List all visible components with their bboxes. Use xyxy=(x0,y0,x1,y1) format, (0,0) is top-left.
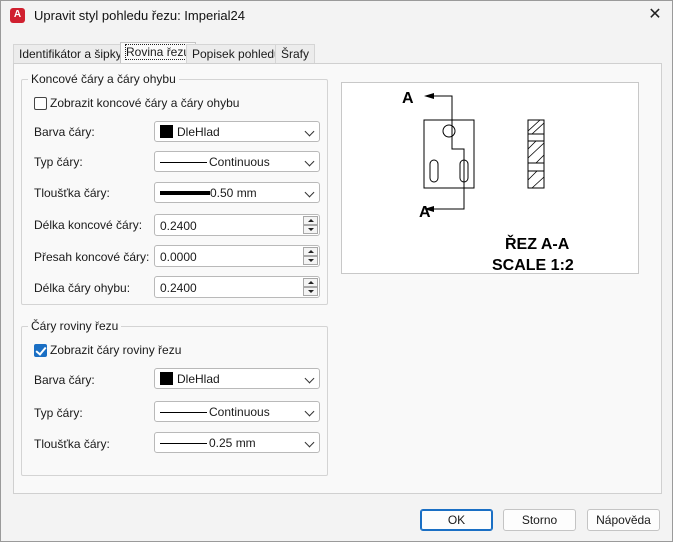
end-line-overshoot-spinner xyxy=(303,247,318,265)
close-button[interactable]: ✕ xyxy=(642,3,668,27)
spin-up-button[interactable] xyxy=(303,247,318,256)
end-line-weight-label: Tloušťka čáry: xyxy=(34,186,110,200)
end-line-color-label: Barva čáry: xyxy=(34,125,95,139)
chevron-down-icon xyxy=(306,372,313,382)
plane-line-color-label: Barva čáry: xyxy=(34,373,95,387)
tab-identifier-arrows[interactable]: Identifikátor a šipky xyxy=(13,44,128,64)
bend-line-length-label: Délka čáry ohybu: xyxy=(34,281,131,295)
plane-line-type-value: Continuous xyxy=(209,405,270,419)
chevron-down-icon xyxy=(306,436,313,446)
chevron-down-icon xyxy=(306,405,313,415)
end-lines-group: Koncové čáry a čáry ohybu Zobrazit konco… xyxy=(21,72,328,305)
plane-line-weight-dropdown[interactable]: 0.25 mm xyxy=(154,432,320,453)
chevron-down-icon xyxy=(306,125,313,135)
end-line-overshoot-value: 0.0000 xyxy=(160,250,197,264)
end-line-weight-value: 0.50 mm xyxy=(210,186,257,200)
lineweight-sample xyxy=(160,443,207,444)
arrowhead-top xyxy=(424,93,434,99)
dialog-title: Upravit styl pohledu řezu: Imperial24 xyxy=(34,8,245,23)
plane-line-color-dropdown[interactable]: DleHlad xyxy=(154,368,320,389)
plane-line-type-dropdown[interactable]: Continuous xyxy=(154,401,320,422)
plane-line-type-label: Typ čáry: xyxy=(34,406,83,420)
end-line-type-value: Continuous xyxy=(209,155,270,169)
end-line-length-label: Délka koncové čáry: xyxy=(34,218,143,232)
hatch-pattern xyxy=(527,119,545,189)
spin-up-button[interactable] xyxy=(303,278,318,287)
show-plane-lines-checkbox-box[interactable] xyxy=(34,344,47,357)
section-preview-drawing: A A ŘEZ A-A SCALE 1:2 xyxy=(402,90,574,274)
tab-view-label[interactable]: Popisek pohledu xyxy=(186,44,287,64)
lineweight-sample xyxy=(160,191,210,195)
title-bar: A Upravit styl pohledu řezu: Imperial24 … xyxy=(1,1,672,31)
end-line-color-dropdown[interactable]: DleHlad xyxy=(154,121,320,142)
section-label-top: A xyxy=(402,90,414,107)
bend-line-length-input[interactable]: 0.2400 xyxy=(154,276,320,298)
chevron-down-icon xyxy=(306,155,313,165)
show-plane-lines-label: Zobrazit čáry roviny řezu xyxy=(50,343,182,357)
show-end-lines-label: Zobrazit koncové čáry a čáry ohybu xyxy=(50,96,240,110)
spin-up-button[interactable] xyxy=(303,216,318,225)
section-band-2 xyxy=(527,140,545,164)
color-swatch xyxy=(160,125,173,138)
end-line-weight-dropdown[interactable]: 0.50 mm xyxy=(154,182,320,203)
dialog-window: A Upravit styl pohledu řezu: Imperial24 … xyxy=(0,0,673,542)
end-line-overshoot-label: Přesah koncové čáry: xyxy=(34,250,150,264)
spin-down-button[interactable] xyxy=(303,225,318,234)
color-swatch xyxy=(160,372,173,385)
end-line-type-dropdown[interactable]: Continuous xyxy=(154,151,320,172)
plane-line-color-value: DleHlad xyxy=(177,372,220,386)
cutting-plane-line xyxy=(435,95,465,210)
end-line-overshoot-input[interactable]: 0.0000 xyxy=(154,245,320,267)
cancel-button[interactable]: Storno xyxy=(503,509,576,531)
end-lines-group-title: Koncové čáry a čáry ohybu xyxy=(28,72,179,86)
bend-line-length-value: 0.2400 xyxy=(160,281,197,295)
spin-down-button[interactable] xyxy=(303,256,318,265)
part-outline xyxy=(423,119,475,189)
bend-line-length-spinner xyxy=(303,278,318,296)
plane-lines-group: Čáry roviny řezu Zobrazit čáry roviny ře… xyxy=(21,319,328,476)
part-slot-left xyxy=(429,159,439,183)
plane-line-weight-value: 0.25 mm xyxy=(209,436,256,450)
plane-lines-group-title: Čáry roviny řezu xyxy=(28,319,122,333)
plane-line-weight-label: Tloušťka čáry: xyxy=(34,437,110,451)
tab-cutting-plane[interactable]: Rovina řezu xyxy=(120,42,197,64)
spin-down-button[interactable] xyxy=(303,287,318,296)
linetype-sample xyxy=(160,412,207,413)
section-preview: A A ŘEZ A-A SCALE 1:2 xyxy=(341,82,639,274)
end-line-length-spinner xyxy=(303,216,318,234)
tab-hatch[interactable]: Šrafy xyxy=(275,44,316,64)
linetype-sample xyxy=(160,162,207,163)
ok-button[interactable]: OK xyxy=(420,509,493,531)
autocad-app-icon: A xyxy=(10,8,25,23)
end-line-length-value: 0.2400 xyxy=(160,219,197,233)
section-caption-title: ŘEZ A-A xyxy=(505,234,570,253)
show-end-lines-checkbox-box[interactable] xyxy=(34,97,47,110)
end-line-length-input[interactable]: 0.2400 xyxy=(154,214,320,236)
part-hole xyxy=(442,124,456,138)
section-caption-scale: SCALE 1:2 xyxy=(492,257,574,273)
end-line-type-label: Typ čáry: xyxy=(34,155,83,169)
section-band-1 xyxy=(527,119,545,135)
chevron-down-icon xyxy=(306,186,313,196)
help-button[interactable]: Nápověda xyxy=(587,509,660,531)
end-line-color-value: DleHlad xyxy=(177,125,220,139)
section-label-bottom: A xyxy=(419,204,431,221)
